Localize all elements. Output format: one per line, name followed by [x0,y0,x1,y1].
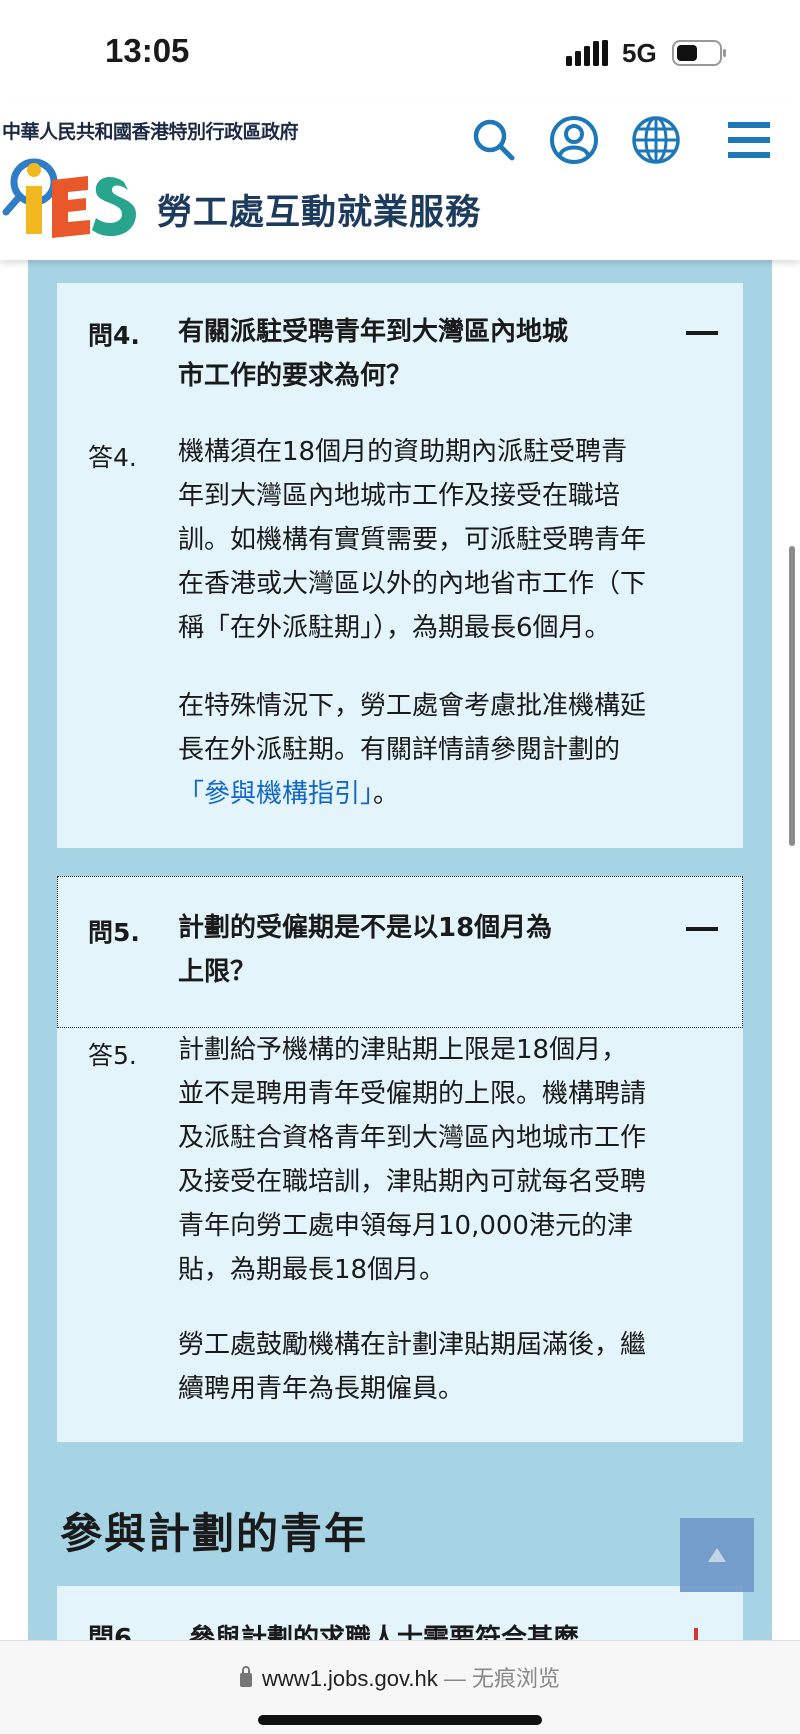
faq-4-question[interactable]: 有關派駐受聘青年到大灣區內地城 市工作的要求為何？ [178,310,628,398]
faq-5-question[interactable]: 計劃的受僱期是不是以18個月為 上限？ [178,906,628,994]
home-indicator[interactable] [258,1715,542,1725]
section-title: 參與計劃的青年 [60,1509,369,1558]
faq-5-collapse-icon[interactable] [686,927,718,931]
faq-5-q-number: 問5. [88,918,140,947]
faq-4-answer: 機構須在18個月的資助期內派駐受聘青 年到大灣區內地城市工作及接受在職培 訓。如… [178,437,647,643]
arrow-up-icon [708,1548,726,1562]
back-to-top-button[interactable] [680,1518,754,1592]
faq-4-answer-note: 在特殊情況下，勞工處會考慮批准機構延 長在外派駐期。有關詳情請參閱計劃的 「參與… [178,691,647,809]
faq-5-answer: 計劃給予機構的津貼期上限是18個月， 並不是聘用青年受僱期的上限。機構聘請 及派… [178,1035,647,1285]
signal-icon [566,40,608,66]
faq-5-a-number: 答5. [88,1041,137,1070]
status-time: 13:05 [105,32,190,69]
faq-5-answer-note: 勞工處鼓勵機構在計劃津貼期屆滿後，繼 續聘用青年為長期僱員。 [178,1330,647,1404]
menu-icon[interactable] [726,114,772,166]
search-icon[interactable] [468,114,520,166]
faq-4-collapse-icon[interactable] [686,331,718,335]
lock-icon [240,1666,253,1688]
globe-icon[interactable] [630,114,682,166]
participating-organisation-guide-link[interactable]: 「參與機構指引」 [178,779,373,809]
site-brand: 勞工處互動就業服務 [157,193,482,233]
gov-name: 中華人民共和國香港特別行政區政府 [2,121,299,143]
address-bar[interactable]: www1.jobs.gov.hk — 无痕浏览 [0,1661,800,1693]
browser-bar: www1.jobs.gov.hk — 无痕浏览 [0,1640,800,1734]
status-bar: 13:05 5G [0,0,800,100]
ies-logo[interactable] [0,152,148,248]
network-type: 5G [622,38,657,68]
faq-4-q-number: 問4. [88,321,140,350]
user-icon[interactable] [548,114,600,166]
faq-card-6[interactable]: 問6. 參與計劃的求職人士需要符合甚麼 [57,1586,743,1646]
page-scrollbar[interactable] [789,546,795,846]
faq-4-a-number: 答4. [88,443,137,472]
site-header: 中華人民共和國香港特別行政區政府 勞工處互動就業服務 [0,100,800,260]
battery-icon [672,40,726,66]
